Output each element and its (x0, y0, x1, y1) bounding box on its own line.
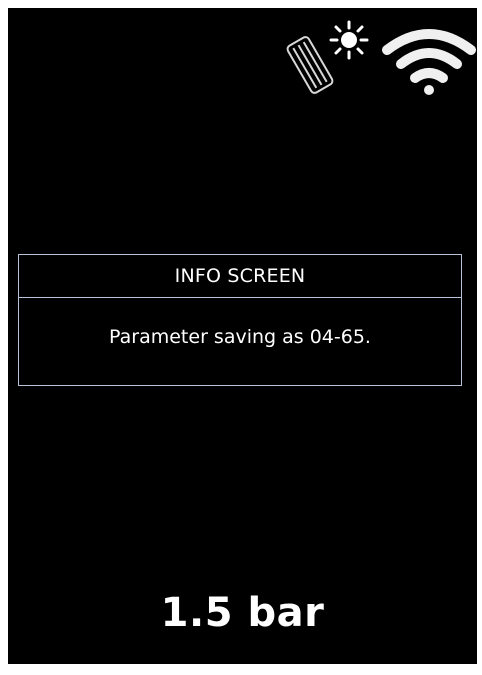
pressure-readout: 1.5 bar (160, 590, 325, 636)
info-dialog: INFO SCREEN Parameter saving as 04-65. (18, 254, 462, 386)
dialog-message: Parameter saving as 04-65. (109, 326, 371, 348)
device-screen: INFO SCREEN Parameter saving as 04-65. 1… (8, 8, 477, 664)
status-bar (8, 8, 477, 108)
dialog-title: INFO SCREEN (19, 255, 461, 298)
wifi-icon (381, 24, 477, 96)
sun-icon (329, 20, 369, 60)
